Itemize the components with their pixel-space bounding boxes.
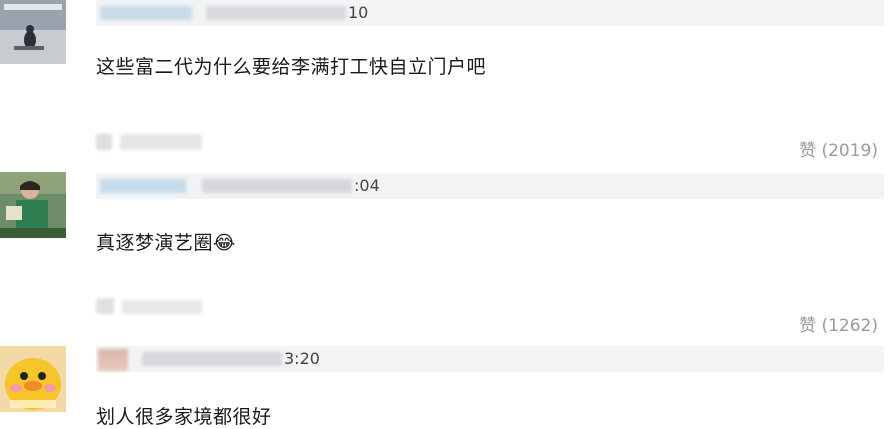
laughing-emoji-icon: 😂 <box>213 232 236 254</box>
like-button[interactable]: 赞 (2019) <box>799 136 878 161</box>
timestamp-suffix: :04 <box>354 176 380 195</box>
comment-text-body: 真逐梦演艺圈 <box>96 232 214 254</box>
reply-author-blurred <box>96 298 206 316</box>
avatar[interactable] <box>0 346 66 412</box>
avatar-image <box>0 0 66 64</box>
comment-meta: :04 <box>96 173 884 199</box>
comment-meta: 10 <box>96 0 884 26</box>
username-blurred[interactable] <box>100 6 192 20</box>
comment-text: 划人很多家境都很好 <box>96 406 272 428</box>
like-button[interactable]: 赞 (1262) <box>799 311 878 336</box>
username-blurred[interactable] <box>98 349 128 371</box>
username-blurred[interactable] <box>100 179 186 193</box>
timestamp-suffix: 3:20 <box>284 349 320 368</box>
timestamp-suffix: 10 <box>348 3 369 22</box>
avatar-image <box>0 172 66 238</box>
comment-text: 真逐梦演艺圈😂 <box>96 228 236 255</box>
avatar[interactable] <box>0 172 66 238</box>
reply-author-blurred <box>96 134 206 152</box>
avatar[interactable] <box>0 0 66 64</box>
timestamp-blurred <box>142 352 282 366</box>
timestamp-blurred <box>202 179 352 193</box>
avatar-image <box>0 346 66 412</box>
comment-meta: 3:20 <box>96 346 884 372</box>
comment-text: 这些富二代为什么要给李满打工快自立门户吧 <box>96 56 487 78</box>
timestamp-blurred <box>206 6 346 20</box>
